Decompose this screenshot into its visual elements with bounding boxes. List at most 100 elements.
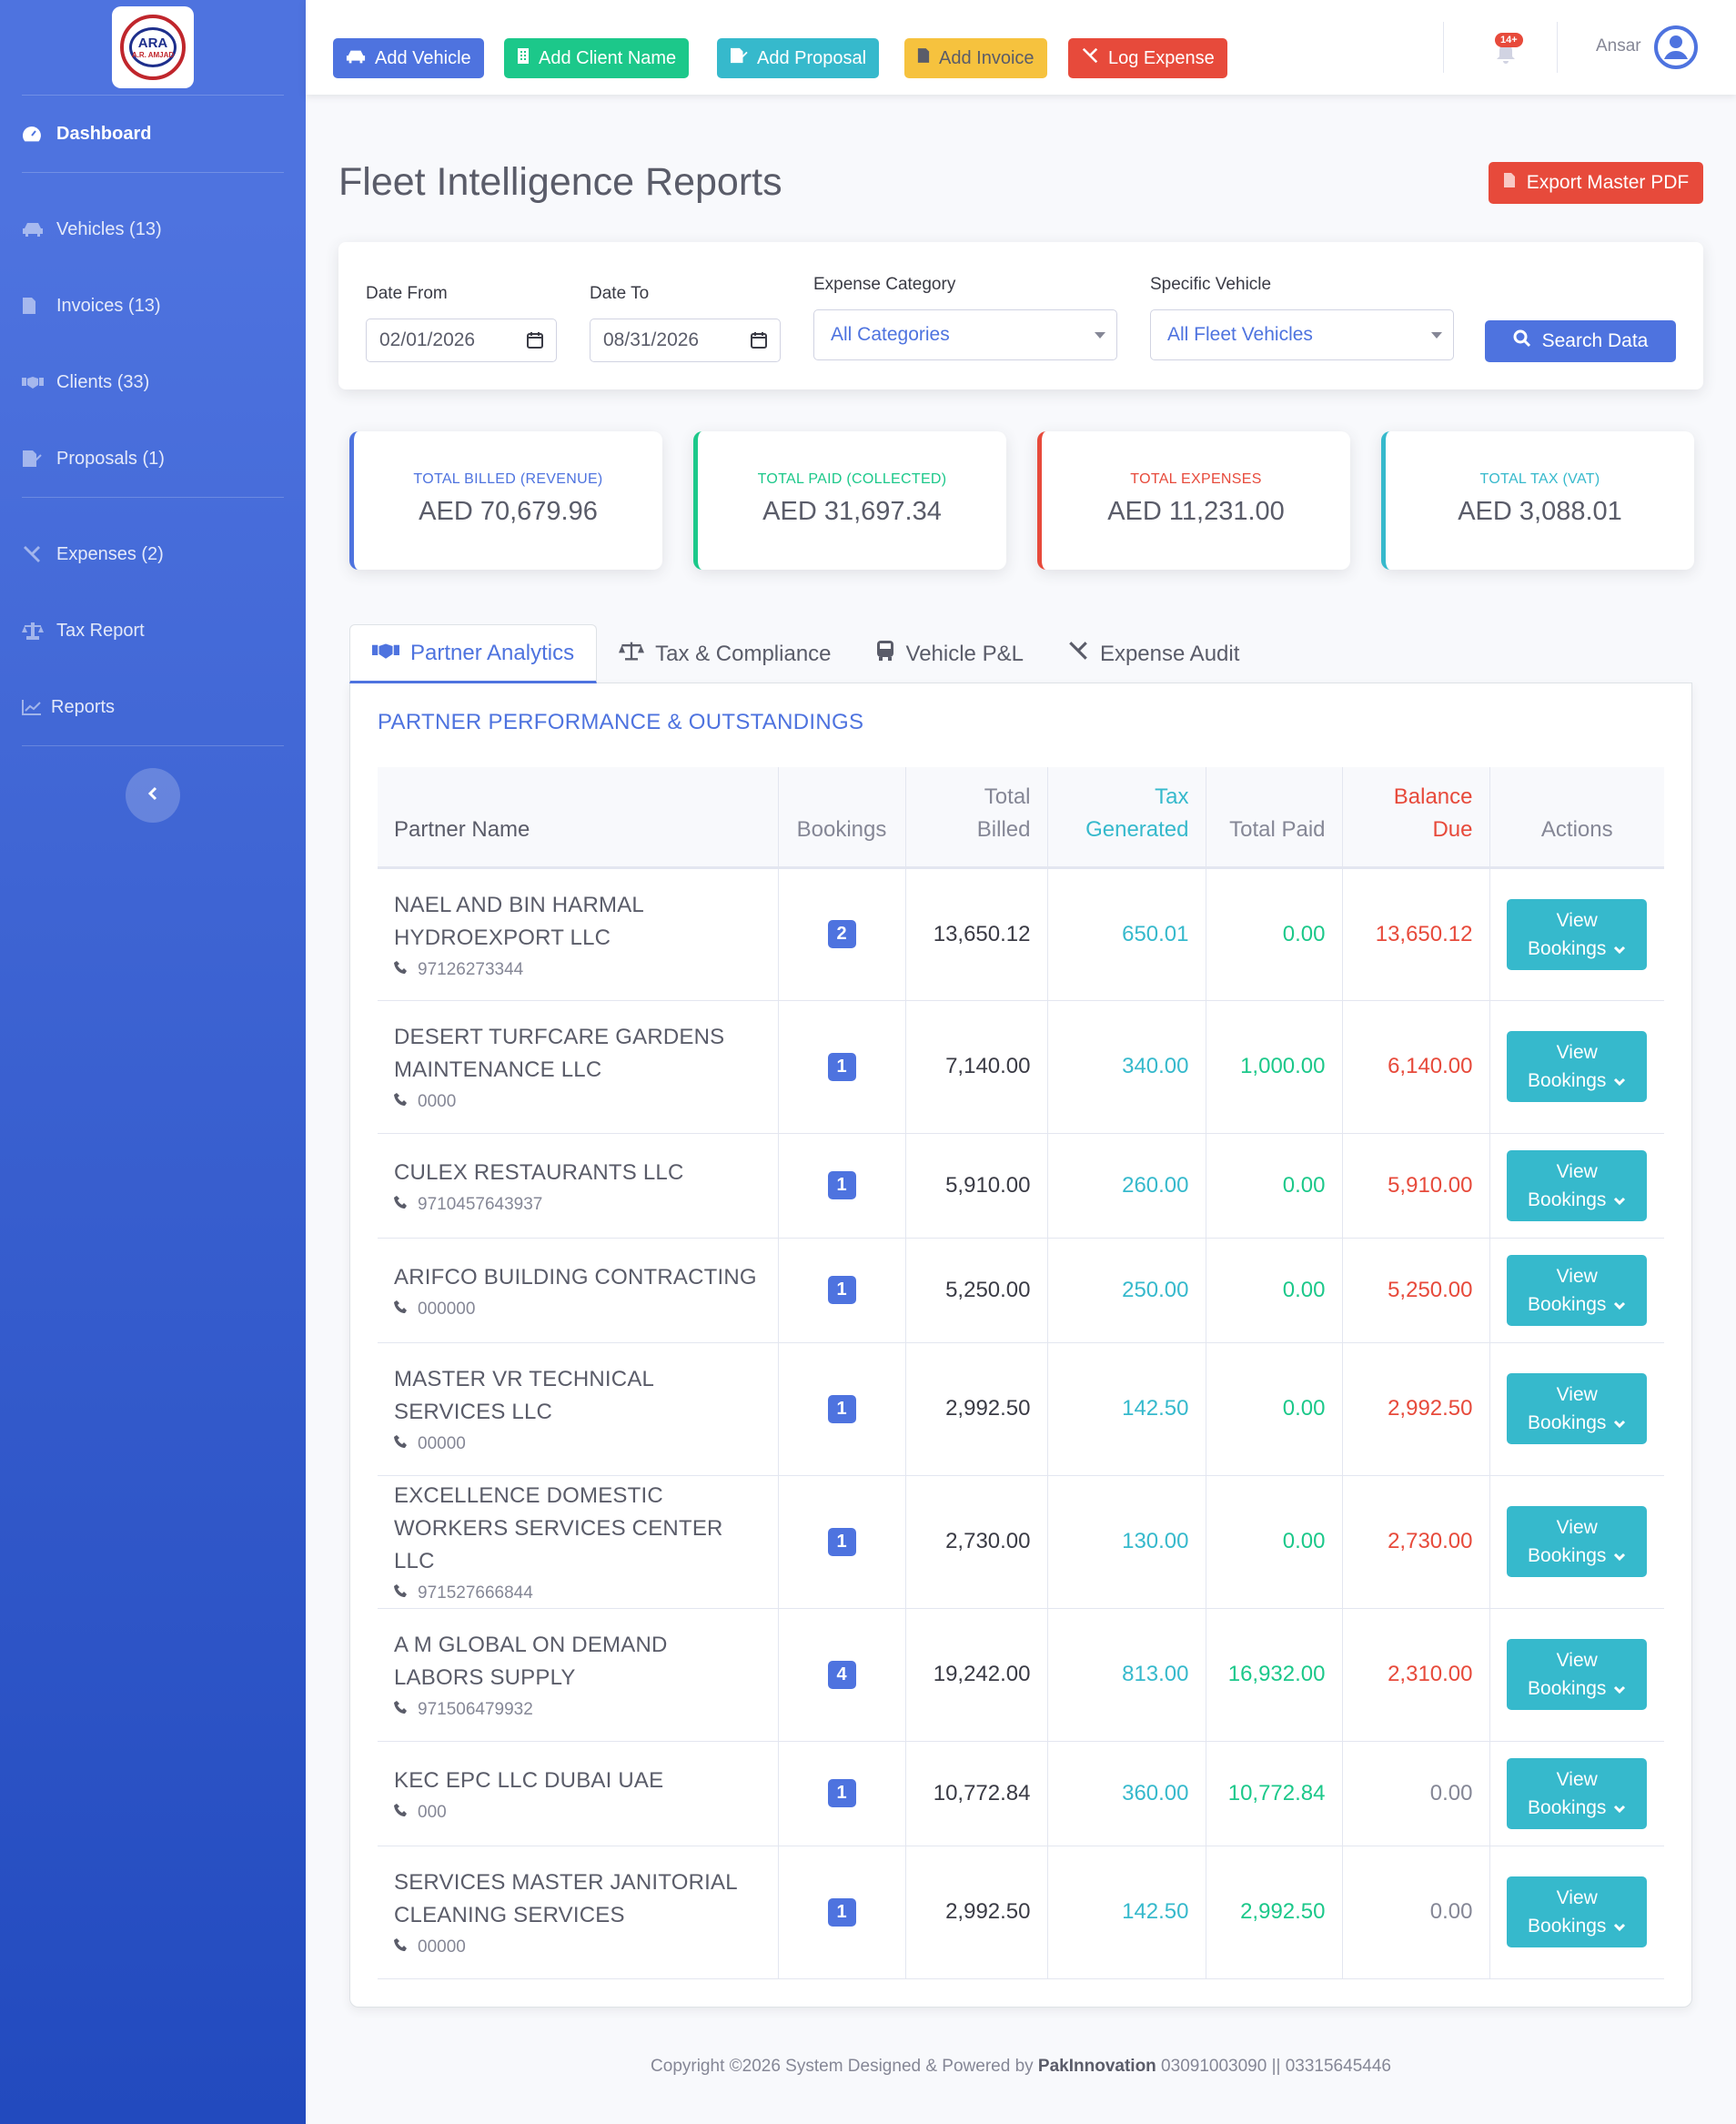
search-icon <box>1513 329 1531 353</box>
view-bookings-button[interactable]: View Bookings <box>1507 1506 1648 1577</box>
view-bookings-label: View <box>1556 1042 1598 1063</box>
expense-category-select[interactable]: All Categories <box>813 309 1117 360</box>
partner-phone: 971506479932 <box>394 1700 762 1720</box>
sidebar-item-expenses[interactable]: Expenses (2) <box>0 516 306 592</box>
sidebar-item-label: Proposals (1) <box>56 448 165 469</box>
balance-due-cell: 0.00 <box>1342 1846 1490 1979</box>
stat-value: AED 70,679.96 <box>419 497 598 526</box>
date-to-input[interactable]: 08/31/2026 <box>590 319 781 362</box>
sidebar-toggle-button[interactable] <box>126 768 180 823</box>
view-bookings-button[interactable]: View Bookings <box>1507 898 1648 970</box>
add-vehicle-button[interactable]: Add Vehicle <box>333 38 484 78</box>
table-row: KEC EPC LLC DUBAI UAE 000 1 10,772.84 360.00… <box>378 1741 1664 1846</box>
column-header-total-billed[interactable]: Total Billed <box>905 767 1048 869</box>
phone-icon <box>394 1092 409 1112</box>
phone-number: 97126273344 <box>418 959 524 979</box>
report-tabs: Partner Analytics Tax & Compliance Vehic… <box>349 624 1261 683</box>
sidebar-brand[interactable]: ARA A.R. AMJAD <box>0 0 306 95</box>
bookings-badge: 1 <box>827 1394 856 1423</box>
tab-partner-analytics[interactable]: Partner Analytics <box>349 624 598 683</box>
user-name[interactable]: Ansar <box>1596 36 1641 56</box>
column-header-actions: Actions <box>1489 767 1664 869</box>
tax-generated-cell: 813.00 <box>1047 1608 1206 1742</box>
view-bookings-label: View <box>1556 1384 1598 1405</box>
stat-value: AED 11,231.00 <box>1107 497 1285 526</box>
table-row: NAEL AND BIN HARMAL HYDROEXPORT LLC 97126… <box>378 867 1664 1001</box>
add-client-name-button[interactable]: Add Client Name <box>504 38 690 78</box>
avatar[interactable] <box>1654 25 1698 69</box>
total-billed-cell: 2,992.50 <box>905 1342 1048 1476</box>
total-billed-cell: 13,650.12 <box>905 867 1048 1001</box>
sidebar-item-dashboard[interactable]: Dashboard <box>0 96 306 172</box>
sidebar-item-reports[interactable]: Reports <box>0 669 306 745</box>
search-data-button[interactable]: Search Data <box>1485 320 1676 362</box>
bookings-badge: 1 <box>827 1276 856 1304</box>
calendar-icon[interactable] <box>527 332 543 354</box>
section-title: PARTNER PERFORMANCE & OUTSTANDINGS <box>378 710 864 734</box>
view-bookings-button[interactable]: View Bookings <box>1507 1031 1648 1102</box>
view-bookings-button[interactable]: View Bookings <box>1507 1254 1648 1326</box>
stat-card-total-paid: TOTAL PAID (COLLECTED) AED 31,697.34 <box>693 431 1006 570</box>
sidebar-item-tax-report[interactable]: Tax Report <box>0 592 306 669</box>
stat-value: AED 31,697.34 <box>762 497 942 526</box>
file-signature-icon <box>22 450 56 468</box>
chevron-down-icon <box>1613 1067 1626 1095</box>
date-to-label: Date To <box>590 284 650 303</box>
footer-copyright: Copyright ©2026 System Designed & Powere… <box>651 2057 1038 2076</box>
bookings-badge: 1 <box>827 1171 856 1199</box>
sidebar-item-vehicles[interactable]: Vehicles (13) <box>0 191 306 268</box>
calendar-icon[interactable] <box>751 332 767 354</box>
date-from-input[interactable]: 02/01/2026 <box>366 319 557 362</box>
add-invoice-button[interactable]: Add Invoice <box>904 38 1047 78</box>
total-paid-cell: 0.00 <box>1206 1238 1343 1343</box>
view-bookings-label: Bookings <box>1528 1412 1607 1433</box>
stat-label: TOTAL EXPENSES <box>1130 471 1262 487</box>
filter-card: Date From 02/01/2026 Date To 08/31/2026 … <box>338 242 1703 389</box>
sidebar-item-label: Dashboard <box>56 123 152 144</box>
export-master-pdf-button[interactable]: Export Master PDF <box>1489 162 1703 204</box>
view-bookings-button[interactable]: View Bookings <box>1507 1876 1648 1947</box>
column-header-tax-generated[interactable]: Tax Generated <box>1047 767 1206 869</box>
partner-cell: DESERT TURFCARE GARDENS MAINTENANCE LLC 0… <box>378 1000 779 1134</box>
column-header-partner[interactable]: Partner Name <box>378 767 779 869</box>
actions-cell: View Bookings <box>1489 1000 1664 1134</box>
view-bookings-button[interactable]: View Bookings <box>1507 1757 1648 1829</box>
total-paid-cell: 1,000.00 <box>1206 1000 1343 1134</box>
column-header-total-paid[interactable]: Total Paid <box>1206 767 1343 869</box>
footer-company-link[interactable]: PakInnovation <box>1038 2057 1156 2076</box>
tools-icon <box>1067 640 1089 668</box>
view-bookings-button[interactable]: View Bookings <box>1507 1639 1648 1710</box>
partner-phone: 971527666844 <box>394 1583 762 1603</box>
bookings-cell: 1 <box>778 1238 906 1343</box>
view-bookings-label: Bookings <box>1528 1678 1607 1699</box>
tab-vehicle-pl[interactable]: Vehicle P&L <box>853 624 1045 683</box>
sidebar-item-invoices[interactable]: Invoices (13) <box>0 268 306 344</box>
table-row: MASTER VR TECHNICAL SERVICES LLC 00000 1 2,… <box>378 1342 1664 1476</box>
sidebar-item-clients[interactable]: Clients (33) <box>0 344 306 420</box>
specific-vehicle-select[interactable]: All Fleet Vehicles <box>1150 309 1454 360</box>
partner-name: CULEX RESTAURANTS LLC <box>394 1159 684 1185</box>
invoice-icon <box>22 297 56 315</box>
log-expense-button[interactable]: Log Expense <box>1068 38 1227 78</box>
partner-phone: 000000 <box>394 1300 762 1320</box>
chevron-left-icon <box>147 786 158 805</box>
alerts-badge: 14+ <box>1495 33 1523 47</box>
phone-icon <box>394 1434 409 1454</box>
total-paid-cell: 16,932.00 <box>1206 1608 1343 1742</box>
tab-expense-audit[interactable]: Expense Audit <box>1045 624 1261 683</box>
view-bookings-button[interactable]: View Bookings <box>1507 1149 1648 1221</box>
tab-tax-compliance[interactable]: Tax & Compliance <box>597 624 853 683</box>
bookings-cell: 2 <box>778 867 906 1001</box>
phone-icon <box>394 1700 409 1720</box>
column-header-balance-due[interactable]: Balance Due <box>1342 767 1490 869</box>
sidebar-item-proposals[interactable]: Proposals (1) <box>0 420 306 497</box>
phone-icon <box>394 1300 409 1320</box>
add-proposal-button[interactable]: Add Proposal <box>717 38 880 78</box>
partner-cell: SERVICES MASTER JANITORIAL CLEANING SERV… <box>378 1846 779 1979</box>
view-bookings-button[interactable]: View Bookings <box>1507 1373 1648 1444</box>
caret-down-icon <box>1095 332 1105 339</box>
bookings-cell: 1 <box>778 1342 906 1476</box>
tools-icon <box>22 544 56 564</box>
partner-cell: KEC EPC LLC DUBAI UAE 000 <box>378 1741 779 1846</box>
column-header-bookings[interactable]: Bookings <box>778 767 906 869</box>
